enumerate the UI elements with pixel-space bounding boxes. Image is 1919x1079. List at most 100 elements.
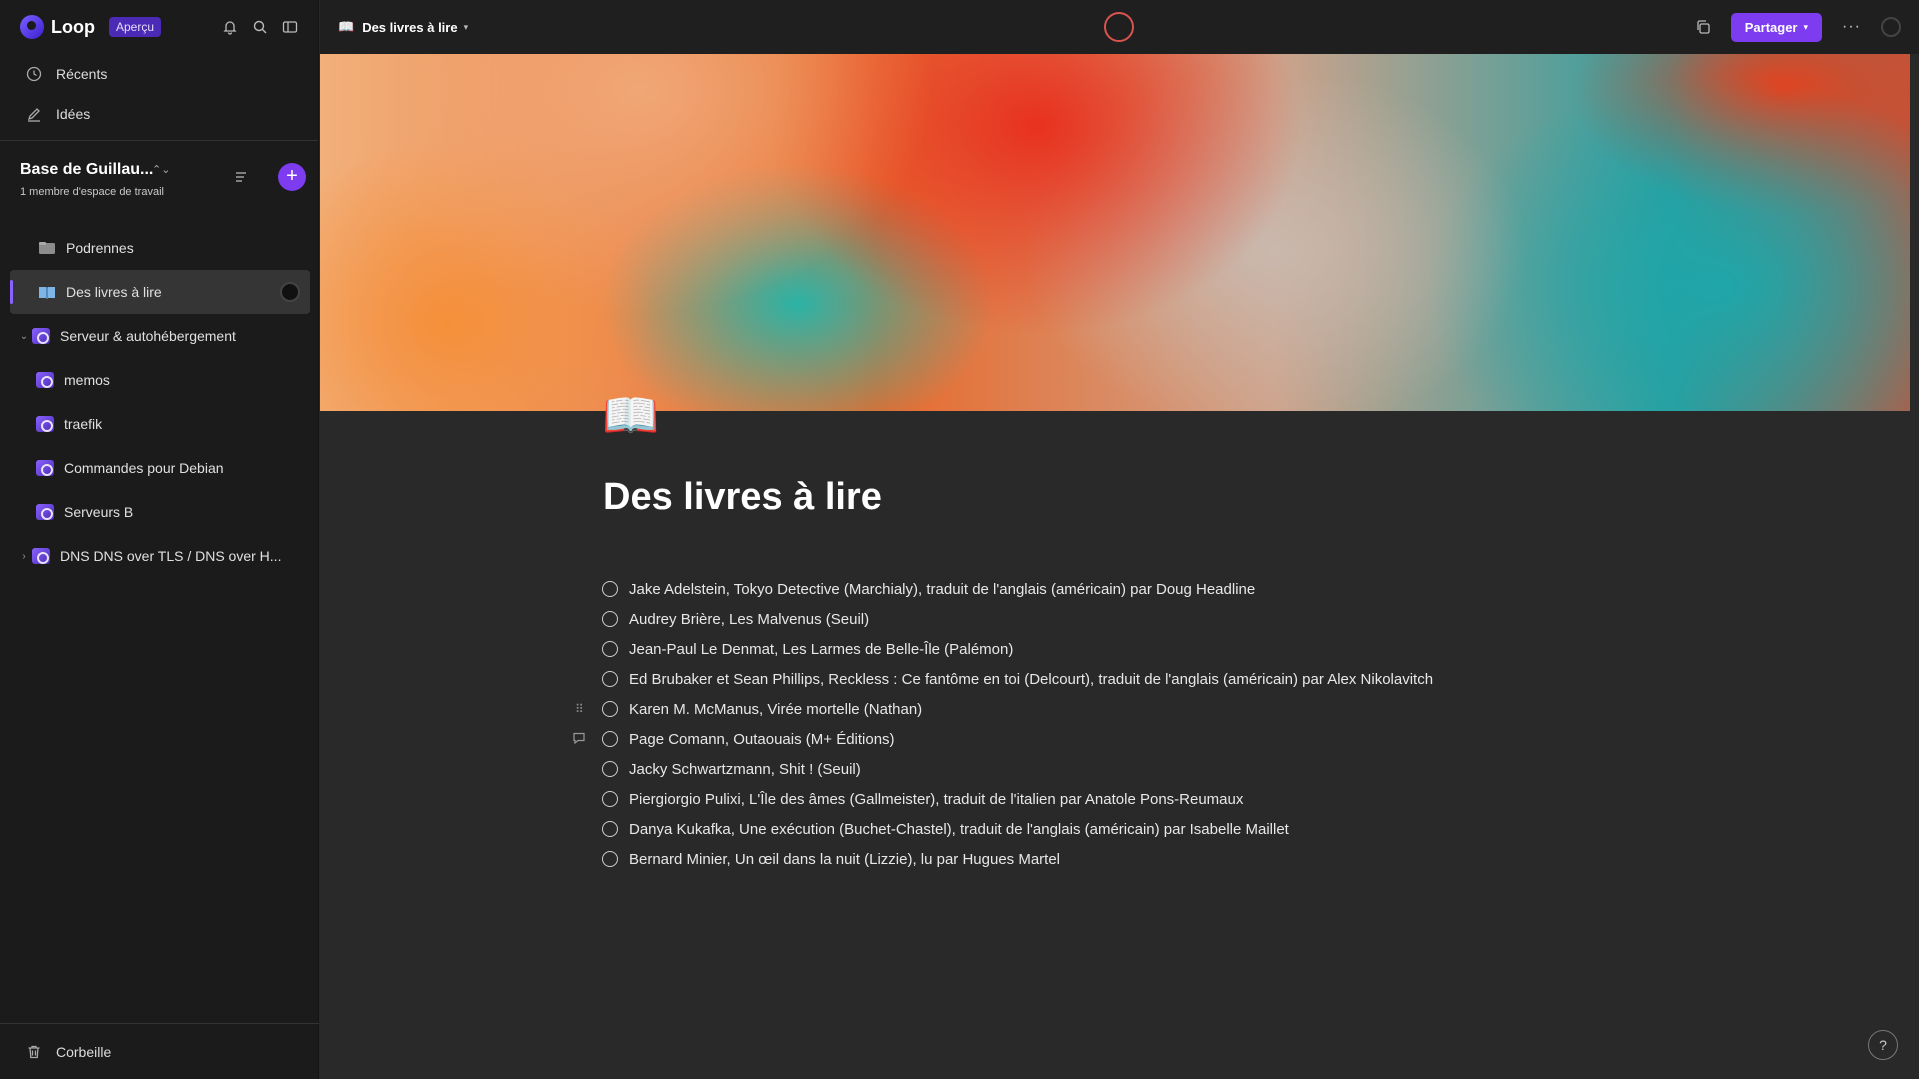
- list-item-text[interactable]: Audrey Brière, Les Malvenus (Seuil): [629, 611, 869, 628]
- tree-item-serveurs-b[interactable]: Serveurs B: [10, 490, 310, 534]
- search-icon[interactable]: [252, 19, 268, 35]
- list-item-text[interactable]: Jake Adelstein, Tokyo Detective (Marchia…: [629, 581, 1255, 598]
- tree-item-label: traefik: [64, 416, 103, 432]
- tree-item-dns[interactable]: › DNS DNS over TLS / DNS over H...: [10, 534, 310, 578]
- loop-page-icon: [36, 504, 54, 520]
- list-item[interactable]: ⠿ Karen M. McManus, Virée mortelle (Nath…: [575, 694, 1602, 724]
- user-avatar[interactable]: [1881, 17, 1901, 37]
- presence-avatar: [280, 282, 300, 302]
- list-item[interactable]: Ed Brubaker et Sean Phillips, Reckless :…: [602, 664, 1602, 694]
- loop-logo-icon[interactable]: [20, 15, 44, 39]
- checkbox[interactable]: [602, 701, 618, 717]
- loop-page-icon: [32, 328, 50, 344]
- chevron-down-icon[interactable]: ⌄: [16, 331, 32, 342]
- tree-item-des-livres[interactable]: Des livres à lire: [10, 270, 310, 314]
- tree-item-label: Des livres à lire: [66, 284, 162, 300]
- page-tree: Podrennes Des livres à lire ⌄ Serveur & …: [10, 226, 310, 578]
- workspace-members: 1 membre d'espace de travail: [20, 186, 164, 198]
- sort-filter-icon[interactable]: [234, 169, 250, 185]
- list-item[interactable]: Page Comann, Outaouais (M+ Éditions): [573, 724, 1602, 754]
- drag-handle-icon[interactable]: ⠿: [575, 702, 584, 716]
- nav-ideas-label: Idées: [56, 106, 91, 122]
- trash-icon: [26, 1044, 42, 1060]
- page-title[interactable]: Des livres à lire: [603, 476, 882, 519]
- clock-icon: [26, 66, 42, 82]
- tree-item-label: Podrennes: [66, 240, 134, 256]
- workspace-header: Base de Guillau... 1 membre d'espace de …: [0, 141, 318, 217]
- checkbox[interactable]: [602, 851, 618, 867]
- list-item[interactable]: Danya Kukafka, Une exécution (Buchet-Cha…: [602, 814, 1602, 844]
- help-button[interactable]: ?: [1868, 1030, 1898, 1060]
- list-item-text[interactable]: Bernard Minier, Un œil dans la nuit (Liz…: [629, 851, 1060, 868]
- breadcrumb-title: Des livres à lire: [362, 19, 458, 35]
- checkbox[interactable]: [602, 581, 618, 597]
- tree-item-label: DNS DNS over TLS / DNS over H...: [60, 548, 282, 564]
- tree-item-serveur[interactable]: ⌄ Serveur & autohébergement: [10, 314, 310, 358]
- list-item-text[interactable]: Page Comann, Outaouais (M+ Éditions): [629, 731, 895, 748]
- list-item[interactable]: Bernard Minier, Un œil dans la nuit (Liz…: [602, 844, 1602, 874]
- list-item-text[interactable]: Jean-Paul Le Denmat, Les Larmes de Belle…: [629, 641, 1013, 658]
- tree-item-podrennes[interactable]: Podrennes: [10, 226, 310, 270]
- tree-item-memos[interactable]: memos: [10, 358, 310, 402]
- list-item[interactable]: Jacky Schwartzmann, Shit ! (Seuil): [602, 754, 1602, 784]
- sidebar-header: Loop Aperçu: [0, 0, 318, 54]
- more-options-icon[interactable]: ···: [1842, 18, 1861, 36]
- chevron-down-icon: ▾: [1803, 21, 1809, 32]
- tree-item-label: memos: [64, 372, 110, 388]
- sidebar: Loop Aperçu Récents Idées Base de Guilla…: [0, 0, 319, 1079]
- tree-item-label: Serveurs B: [64, 504, 134, 520]
- tree-item-traefik[interactable]: traefik: [10, 402, 310, 446]
- pen-icon: [26, 106, 42, 122]
- checkbox[interactable]: [602, 731, 618, 747]
- list-item[interactable]: Piergiorgio Pulixi, L'Île des âmes (Gall…: [602, 784, 1602, 814]
- trash-label: Corbeille: [56, 1043, 112, 1060]
- book-icon: [38, 285, 56, 299]
- share-label: Partager: [1744, 19, 1798, 35]
- trash-item[interactable]: Corbeille: [0, 1023, 319, 1079]
- nav-recents-label: Récents: [56, 66, 108, 82]
- list-item[interactable]: Jean-Paul Le Denmat, Les Larmes de Belle…: [602, 634, 1602, 664]
- list-item-text[interactable]: Ed Brubaker et Sean Phillips, Reckless :…: [629, 671, 1433, 688]
- folder-icon: [38, 241, 56, 255]
- checkbox[interactable]: [602, 641, 618, 657]
- loop-page-icon: [32, 548, 50, 564]
- comment-icon[interactable]: [572, 731, 586, 745]
- list-item-text[interactable]: Danya Kukafka, Une exécution (Buchet-Cha…: [629, 821, 1289, 838]
- tree-item-commandes-debian[interactable]: Commandes pour Debian: [10, 446, 310, 490]
- checkbox[interactable]: [602, 821, 618, 837]
- loop-page-icon: [36, 416, 54, 432]
- nav-ideas[interactable]: Idées: [0, 94, 318, 134]
- list-item-text[interactable]: Jacky Schwartzmann, Shit ! (Seuil): [629, 761, 861, 778]
- top-bar: 📖 Des livres à lire ▾ Partager ▾ ···: [320, 0, 1919, 54]
- collaborator-avatar[interactable]: [1104, 12, 1134, 42]
- app-name: Loop: [51, 16, 95, 37]
- list-item-text[interactable]: Karen M. McManus, Virée mortelle (Nathan…: [629, 701, 922, 718]
- main-content: 📖 Des livres à lire ▾ Partager ▾ ··· 📖 D…: [320, 0, 1919, 1079]
- preview-badge: Aperçu: [108, 17, 162, 37]
- cover-image: [320, 54, 1910, 411]
- nav-recents[interactable]: Récents: [0, 54, 318, 94]
- chevron-right-icon[interactable]: ›: [16, 551, 32, 562]
- breadcrumb[interactable]: 📖 Des livres à lire ▾: [338, 19, 468, 35]
- copy-icon[interactable]: [1695, 19, 1711, 35]
- task-list: Jake Adelstein, Tokyo Detective (Marchia…: [573, 574, 1602, 874]
- list-item[interactable]: Jake Adelstein, Tokyo Detective (Marchia…: [602, 574, 1602, 604]
- checkbox[interactable]: [602, 791, 618, 807]
- tree-item-label: Commandes pour Debian: [64, 460, 224, 476]
- sidebar-toggle-icon[interactable]: [282, 19, 298, 35]
- checkbox[interactable]: [602, 761, 618, 777]
- chevron-down-icon: ▾: [463, 21, 469, 32]
- list-item[interactable]: Audrey Brière, Les Malvenus (Seuil): [602, 604, 1602, 634]
- add-page-button[interactable]: +: [278, 163, 306, 191]
- loop-page-icon: [36, 460, 54, 476]
- loop-page-icon: [36, 372, 54, 388]
- workspace-switch-icon[interactable]: ⌃⌄: [152, 163, 170, 176]
- tree-item-label: Serveur & autohébergement: [60, 328, 236, 344]
- page-emoji[interactable]: 📖: [602, 392, 659, 438]
- checkbox[interactable]: [602, 671, 618, 687]
- checkbox[interactable]: [602, 611, 618, 627]
- share-button[interactable]: Partager ▾: [1730, 12, 1823, 42]
- bell-icon[interactable]: [222, 19, 238, 35]
- book-icon: 📖: [338, 19, 355, 34]
- list-item-text[interactable]: Piergiorgio Pulixi, L'Île des âmes (Gall…: [629, 791, 1243, 808]
